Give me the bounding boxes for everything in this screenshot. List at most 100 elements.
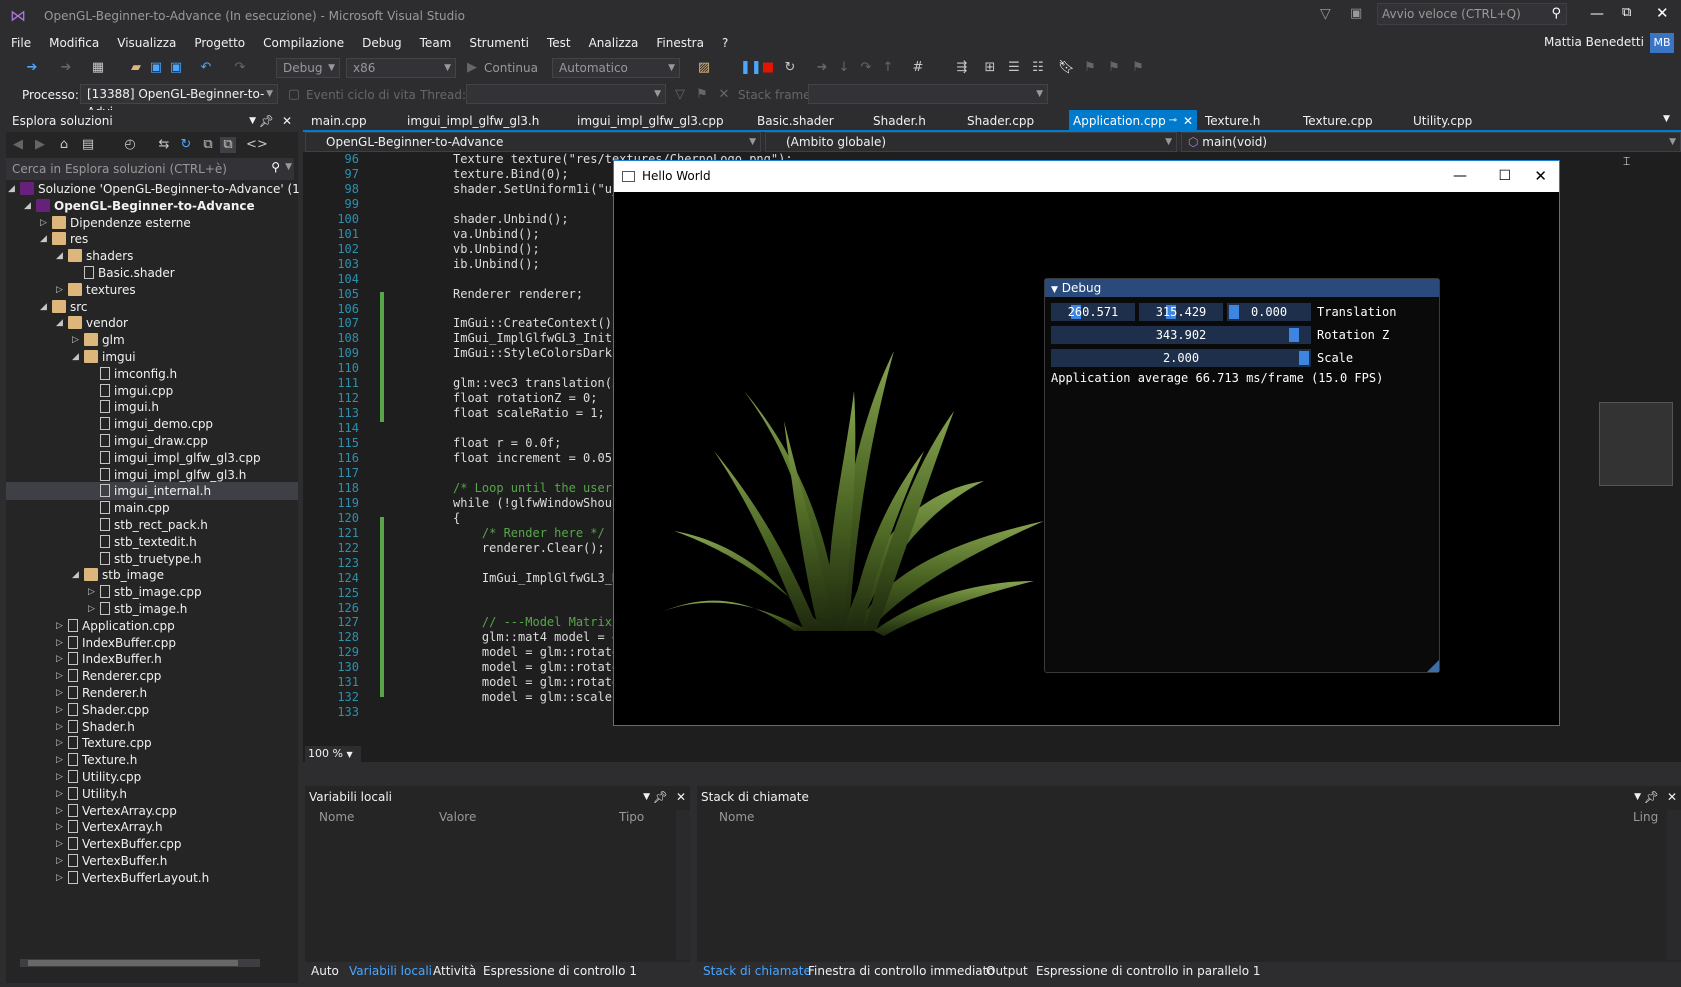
open-icon[interactable]: ▰ (128, 60, 144, 76)
tab-imgui-impl-cpp[interactable]: imgui_impl_glfw_gl3.cpp (573, 110, 728, 132)
stack-frame-select[interactable]: ▼ (808, 84, 1048, 104)
notifications-icon[interactable]: ▣ (1350, 6, 1362, 21)
expand-arrow-icon[interactable]: ▷ (72, 331, 79, 349)
tree-file-item[interactable]: imgui.cpp (100, 382, 173, 400)
hello-minimize-button[interactable]: — (1453, 161, 1467, 192)
translation-y-slider[interactable]: 315.429 (1139, 303, 1223, 321)
split-icon[interactable]: ⌶ (1623, 154, 1630, 169)
show-all-files-icon[interactable]: ⧉ (220, 137, 236, 153)
hello-window-titlebar[interactable]: Hello World — ☐ ✕ (614, 161, 1559, 192)
menu-modifica[interactable]: Modifica (40, 32, 108, 54)
prev-bookmark-icon[interactable]: ⚑ (1082, 60, 1098, 76)
code-line[interactable]: float increment = 0.05f; (453, 451, 626, 465)
hello-close-button[interactable]: ✕ (1534, 161, 1547, 192)
back-icon[interactable]: ➔ (24, 60, 40, 76)
slider-grab[interactable] (1229, 305, 1239, 319)
zoom-select[interactable]: 100 % ▼ (305, 746, 361, 762)
hex-icon[interactable]: # (910, 60, 926, 76)
solution-search-input[interactable]: Cerca in Esplora soluzioni (CTRL+è) ⚲ ▼ (6, 158, 294, 180)
menu-test[interactable]: Test (538, 32, 580, 54)
tab-overflow-icon[interactable]: ▼ (1663, 114, 1670, 124)
expand-arrow-icon[interactable]: ▷ (56, 701, 63, 719)
pin-icon[interactable]: 📌︎ (653, 786, 668, 808)
flag-threads-icon[interactable]: ✕ (716, 87, 732, 103)
switch-view-icon[interactable]: ▤ (80, 137, 96, 153)
tree-folder-item[interactable]: ▷ textures (56, 281, 136, 299)
tree-file-item[interactable]: ▷ Shader.cpp (56, 701, 149, 719)
expand-arrow-icon[interactable]: ▷ (56, 768, 63, 786)
filter-icon[interactable]: ▽ (1320, 6, 1331, 22)
tab-utility-cpp[interactable]: Utility.cpp (1409, 110, 1476, 132)
tree-folder-item[interactable]: ◢ src (40, 298, 88, 316)
pin-icon[interactable]: ⊸ (1169, 110, 1177, 132)
tree-folder-item[interactable]: ◢ stb_image (72, 566, 164, 584)
code-line[interactable]: shader.SetUniform1i("u_T (453, 182, 626, 196)
dropdown-icon[interactable]: ▼ (643, 786, 650, 808)
tree-file-item[interactable]: imgui_impl_glfw_gl3.cpp (100, 449, 261, 467)
code-view-icon[interactable]: <> (246, 137, 268, 153)
expand-arrow-icon[interactable]: ▷ (88, 600, 95, 618)
code-line[interactable]: glm::vec3 translation(20 (453, 376, 626, 390)
expand-arrow-icon[interactable]: ▷ (56, 684, 63, 702)
tree-file-item[interactable]: imgui_internal.h (6, 482, 298, 501)
code-line[interactable]: ib.Unbind(); (453, 257, 540, 271)
tree-folder-item[interactable]: ◢ res (40, 230, 88, 248)
menu-help[interactable]: ? (713, 32, 737, 54)
tree-file-item[interactable]: ▷ stb_image.h (88, 600, 187, 618)
collapse-arrow-icon[interactable]: ▼ (1051, 285, 1058, 295)
code-line[interactable]: float rotationZ = 0; (453, 391, 598, 405)
restore-button[interactable]: ⧉ (1622, 5, 1631, 20)
tree-file-item[interactable]: ▷ VertexArray.h (56, 818, 163, 836)
minimap-scrollbar[interactable]: ⌶ (1583, 152, 1681, 762)
expand-arrow-icon[interactable]: ▷ (56, 734, 63, 752)
translation-z-slider[interactable]: 0.000 (1227, 303, 1311, 321)
tab-output[interactable]: Output (986, 964, 1028, 978)
tree-file-item[interactable]: ▷ IndexBuffer.cpp (56, 634, 176, 652)
tab-espressione-parallelo[interactable]: Espressione di controllo in parallelo 1 (1036, 964, 1261, 978)
sync-icon[interactable]: ⇆ (156, 137, 172, 153)
project-nav-select[interactable]: OpenGL-Beginner-to-Advance ▼ (305, 132, 761, 152)
tree-file-item[interactable]: stb_truetype.h (100, 550, 201, 568)
expand-arrow-icon[interactable]: ▷ (88, 583, 95, 601)
menu-analizza[interactable]: Analizza (580, 32, 648, 54)
tree-file-item[interactable]: main.cpp (100, 499, 170, 517)
code-line[interactable]: glm::mat4 model = gl (453, 630, 627, 644)
scale-slider[interactable]: 2.000 (1051, 349, 1311, 367)
pin-icon[interactable]: 📌︎ (1644, 786, 1659, 808)
expand-arrow-icon[interactable]: ▷ (56, 818, 63, 836)
code-line[interactable]: float r = 0.0f; (453, 436, 561, 450)
code-line[interactable]: shader.Unbind(); (453, 212, 569, 226)
restart-icon[interactable]: ↻ (782, 60, 798, 76)
menu-finestra[interactable]: Finestra (647, 32, 713, 54)
minimap-viewport[interactable] (1599, 402, 1673, 486)
tree-file-item[interactable]: ▷ VertexBuffer.h (56, 852, 167, 870)
lifecycle-button[interactable]: Eventi ciclo di vita (306, 88, 416, 102)
expand-arrow-icon[interactable]: ▷ (56, 785, 63, 803)
tab-espressione[interactable]: Espressione di controllo 1 (483, 964, 637, 978)
expand-arrow-icon[interactable]: ▷ (56, 852, 63, 870)
tree-file-item[interactable]: ▷ Renderer.cpp (56, 667, 161, 685)
code-line[interactable]: model = glm::rotate( (453, 645, 627, 659)
code-line[interactable]: ImGui_ImplGlfwGL3_Init(w (453, 331, 626, 345)
flag-thread-icon[interactable]: ⚑ (694, 87, 710, 103)
translation-x-slider[interactable]: 260.571 (1051, 303, 1135, 321)
expand-arrow-icon[interactable]: ◢ (56, 314, 63, 332)
vertical-scrollbar[interactable] (676, 810, 690, 960)
filter-thread-icon[interactable]: ▽ (672, 87, 688, 103)
tree-project-item[interactable]: ◢ OpenGL-Beginner-to-Advance (24, 197, 255, 215)
bookmark-icon[interactable]: 🔖︎ (1058, 60, 1075, 76)
code-line[interactable]: Renderer renderer; (453, 287, 583, 301)
tab-application-cpp[interactable]: Application.cpp ⊸ ✕ (1069, 110, 1197, 132)
close-panel-icon[interactable]: ✕ (1667, 786, 1677, 808)
tab-main-cpp[interactable]: main.cpp (307, 110, 371, 132)
tree-file-item[interactable]: ▷ Application.cpp (56, 617, 175, 635)
tree-file-item[interactable]: imgui_demo.cpp (100, 415, 213, 433)
menu-progetto[interactable]: Progetto (185, 32, 254, 54)
uncomment-icon[interactable]: ☷ (1030, 60, 1046, 76)
config-select[interactable]: Debug ▼ (276, 58, 340, 78)
tree-file-item[interactable]: Basic.shader (84, 264, 175, 282)
show-next-statement-icon[interactable]: ➜ (814, 60, 830, 76)
imgui-debug-header[interactable]: ▼ Debug (1045, 279, 1439, 297)
undo-icon[interactable]: ↶ (198, 60, 214, 76)
lifecycle-icon[interactable]: ▢ (286, 87, 302, 103)
